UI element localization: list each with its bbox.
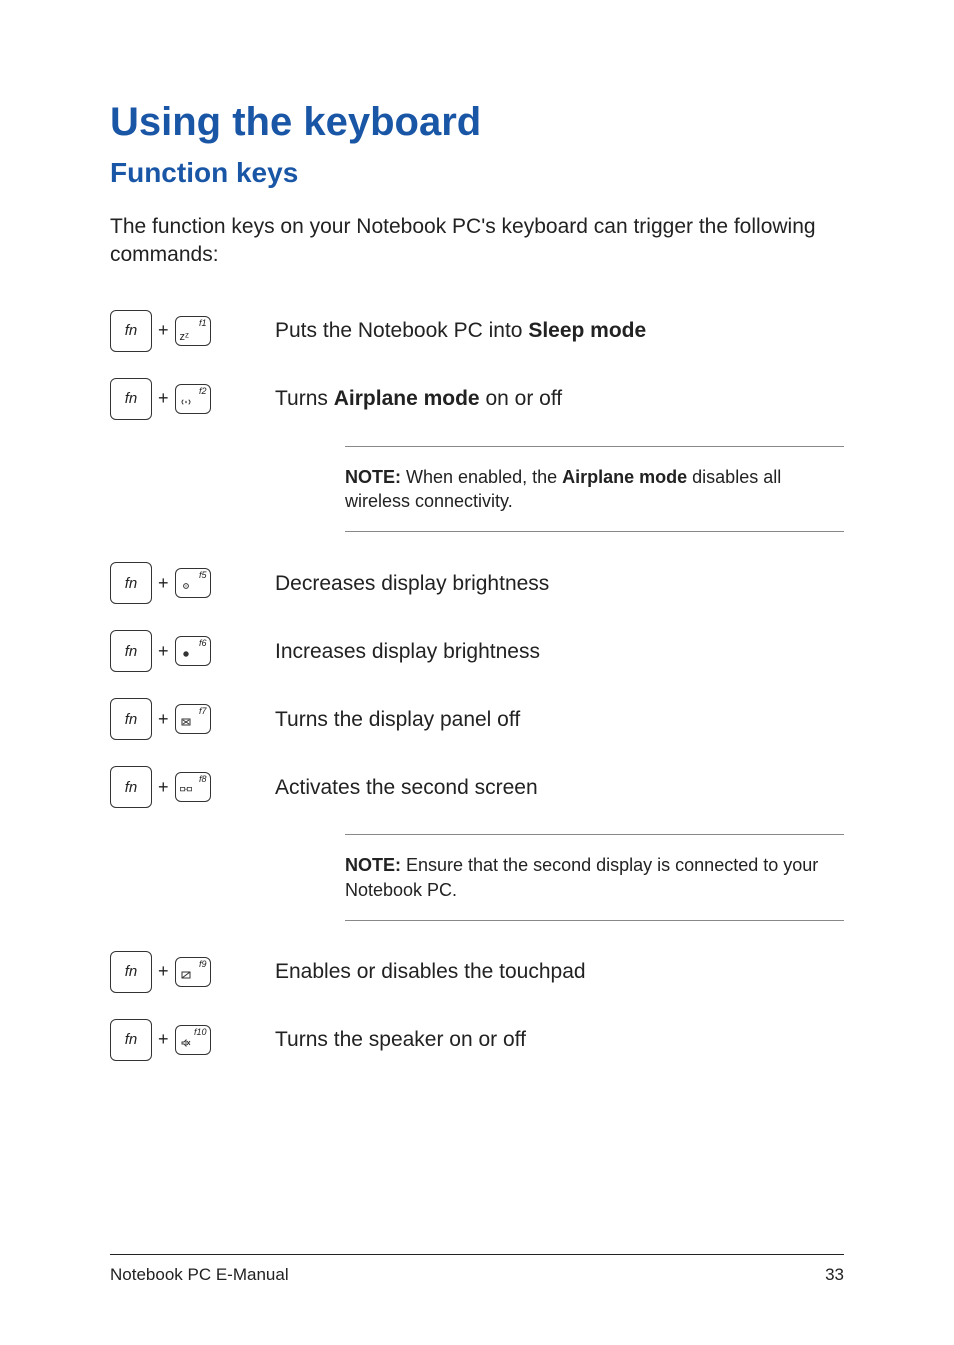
page-title: Using the keyboard <box>110 100 844 145</box>
fn-key-icon: fn <box>110 630 152 672</box>
fn-key-icon: fn <box>110 378 152 420</box>
f7-key-icon: f7 <box>175 704 211 734</box>
footer-title: Notebook PC E-Manual <box>110 1265 289 1285</box>
key-combo: fn + f7 <box>110 698 275 740</box>
plus-icon: + <box>158 777 169 798</box>
key-combo: fn + f1 zᶻ <box>110 310 275 352</box>
touchpad-icon <box>180 969 192 984</box>
f6-description: Increases display brightness <box>275 638 844 665</box>
intro-text: The function keys on your Notebook PC's … <box>110 213 844 270</box>
fn-key-icon: fn <box>110 698 152 740</box>
fn-key-icon: fn <box>110 1019 152 1061</box>
f7-description: Turns the display panel off <box>275 706 844 733</box>
fn-row-f1: fn + f1 zᶻ Puts the Notebook PC into Sle… <box>110 310 844 352</box>
brightness-down-icon <box>180 580 192 595</box>
fn-row-f5: fn + f5 Decreases display brightness <box>110 562 844 604</box>
wireless-icon <box>180 396 192 411</box>
f1-description: Puts the Notebook PC into Sleep mode <box>275 317 844 344</box>
plus-icon: + <box>158 320 169 341</box>
speaker-mute-icon <box>180 1037 192 1052</box>
fn-row-f9: fn + f9 Enables or disables the touchpad <box>110 951 844 993</box>
f10-key-icon: f10 <box>175 1025 211 1055</box>
plus-icon: + <box>158 709 169 730</box>
sleep-icon: zᶻ <box>180 332 189 343</box>
airplane-note: NOTE: When enabled, the Airplane mode di… <box>345 446 844 533</box>
f8-description: Activates the second screen <box>275 774 844 801</box>
f6-key-icon: f6 <box>175 636 211 666</box>
section-subtitle: Function keys <box>110 157 844 189</box>
key-combo: fn + f8 <box>110 766 275 808</box>
f1-key-icon: f1 zᶻ <box>175 316 211 346</box>
key-combo: fn + f6 <box>110 630 275 672</box>
second-screen-icon <box>180 784 192 799</box>
display-off-icon <box>180 716 192 731</box>
f10-description: Turns the speaker on or off <box>275 1026 844 1053</box>
fn-row-f8: fn + f8 Activates the second screen <box>110 766 844 808</box>
f8-key-icon: f8 <box>175 772 211 802</box>
f5-description: Decreases display brightness <box>275 570 844 597</box>
plus-icon: + <box>158 1029 169 1050</box>
f9-description: Enables or disables the touchpad <box>275 958 844 985</box>
key-combo: fn + f9 <box>110 951 275 993</box>
f5-key-icon: f5 <box>175 568 211 598</box>
fn-row-f6: fn + f6 Increases display brightness <box>110 630 844 672</box>
plus-icon: + <box>158 641 169 662</box>
page-number: 33 <box>825 1265 844 1285</box>
fn-key-icon: fn <box>110 951 152 993</box>
key-combo: fn + f5 <box>110 562 275 604</box>
f9-key-icon: f9 <box>175 957 211 987</box>
fn-key-icon: fn <box>110 562 152 604</box>
fn-row-f7: fn + f7 Turns the display panel off <box>110 698 844 740</box>
brightness-up-icon <box>180 648 192 663</box>
fn-key-icon: fn <box>110 310 152 352</box>
fn-key-icon: fn <box>110 766 152 808</box>
plus-icon: + <box>158 388 169 409</box>
plus-icon: + <box>158 961 169 982</box>
page-footer: Notebook PC E-Manual 33 <box>110 1254 844 1285</box>
f2-key-icon: f2 <box>175 384 211 414</box>
manual-page: Using the keyboard Function keys The fun… <box>0 0 954 1345</box>
key-combo: fn + f2 <box>110 378 275 420</box>
f2-description: Turns Airplane mode on or off <box>275 385 844 412</box>
fn-row-f10: fn + f10 Turns the speaker on or off <box>110 1019 844 1061</box>
fn-row-f2: fn + f2 Turns Airplane mode on or off <box>110 378 844 420</box>
key-combo: fn + f10 <box>110 1019 275 1061</box>
second-screen-note: NOTE: Ensure that the second display is … <box>345 834 844 921</box>
plus-icon: + <box>158 573 169 594</box>
